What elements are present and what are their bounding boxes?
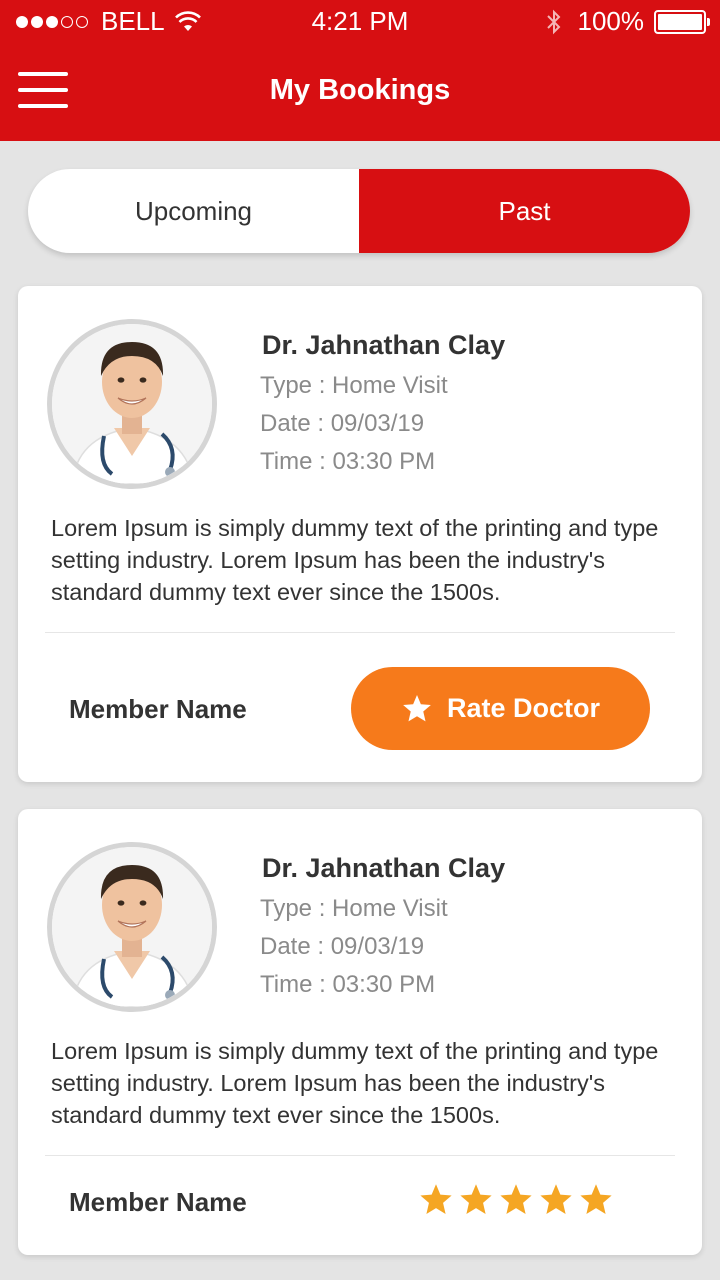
bluetooth-icon — [546, 9, 560, 34]
booking-description: Lorem Ipsum is simply dummy text of the … — [51, 1038, 659, 1128]
doctor-name: Dr. Jahnathan Clay — [262, 853, 506, 883]
doctor-avatar — [47, 319, 217, 489]
rate-doctor-label: Rate Doctor — [446, 693, 601, 723]
star-icon — [460, 1184, 492, 1214]
star-icon — [540, 1184, 572, 1214]
booking-description: Lorem Ipsum is simply dummy text of the … — [51, 515, 659, 605]
booking-time: Time : 03:30 PM — [260, 971, 436, 998]
star-icon — [403, 694, 431, 721]
battery-icon — [654, 9, 710, 34]
doctor-name: Dr. Jahnathan Clay — [262, 330, 506, 360]
visit-type: Type : Home Visit — [260, 895, 448, 922]
booking-card[interactable]: Dr. Jahnathan Clay Type : Home Visit Dat… — [18, 286, 702, 782]
page-title: My Bookings — [269, 74, 451, 106]
tab-upcoming[interactable]: Upcoming — [28, 169, 359, 253]
status-bar: BELL 4:21 PM 100% — [0, 0, 720, 44]
member-name: Member Name — [69, 1187, 247, 1217]
app-header: My Bookings — [0, 44, 720, 141]
booking-tabs: Upcoming Past — [28, 169, 690, 253]
booking-date: Date : 09/03/19 — [260, 410, 425, 437]
tab-past[interactable]: Past — [359, 169, 690, 253]
star-icon — [580, 1184, 612, 1214]
status-right: 100% — [544, 6, 710, 37]
card-divider — [45, 632, 675, 633]
booking-card[interactable]: Dr. Jahnathan Clay Type : Home Visit Dat… — [18, 809, 702, 1255]
card-divider — [45, 1155, 675, 1156]
star-rating — [418, 1182, 618, 1218]
battery-percentage: 100% — [577, 6, 645, 36]
visit-type: Type : Home Visit — [260, 372, 448, 399]
rate-doctor-button[interactable]: Rate Doctor — [351, 667, 650, 750]
star-icon — [420, 1184, 452, 1214]
booking-date: Date : 09/03/19 — [260, 933, 425, 960]
booking-time: Time : 03:30 PM — [260, 448, 436, 475]
star-icon — [500, 1184, 532, 1214]
doctor-avatar — [47, 842, 217, 1012]
member-name: Member Name — [69, 694, 247, 724]
